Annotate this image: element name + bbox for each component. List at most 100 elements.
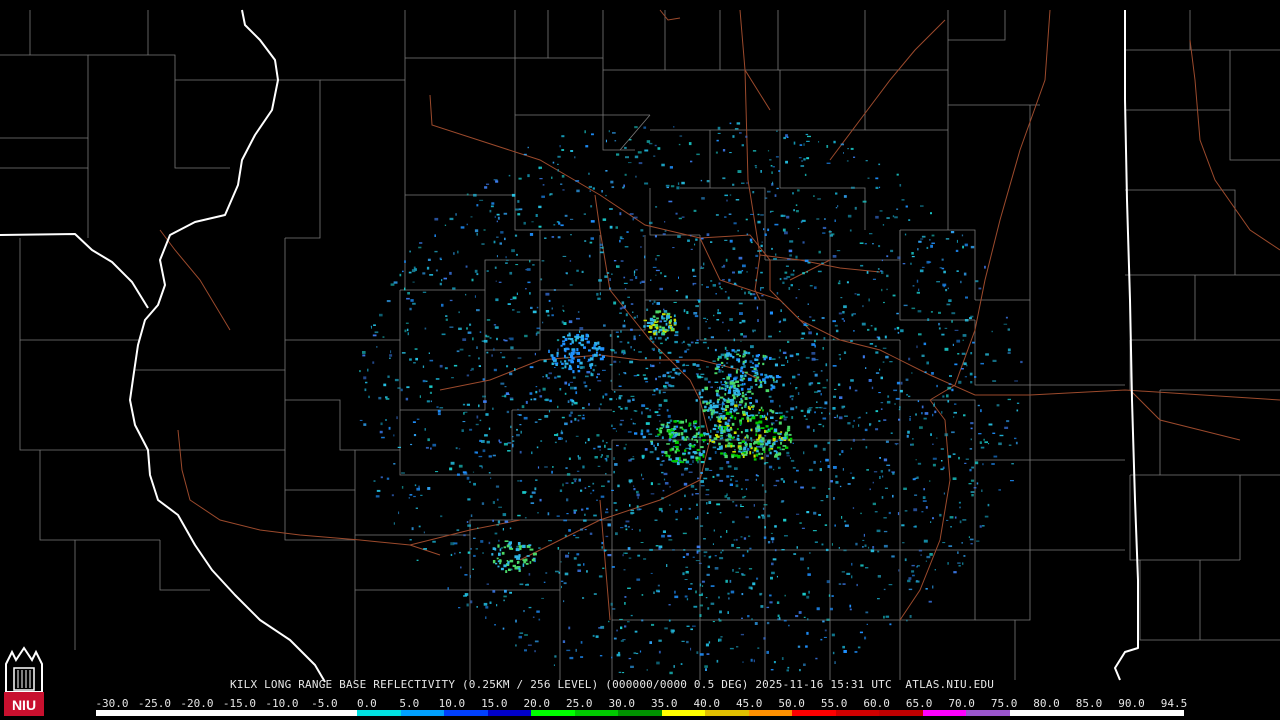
echo-pixel xyxy=(976,482,979,485)
echo-pixel xyxy=(634,423,636,425)
echo-pixel xyxy=(482,449,486,453)
echo-pixel xyxy=(383,383,387,387)
echo-pixel xyxy=(775,375,779,379)
echo-pixel xyxy=(694,451,697,455)
echo-pixel xyxy=(747,419,749,423)
echo-pixel xyxy=(742,451,746,454)
echo-pixel xyxy=(896,326,900,330)
echo-pixel xyxy=(488,472,491,474)
echo-pixel xyxy=(740,633,744,636)
echo-pixel xyxy=(933,404,935,407)
echo-pixel xyxy=(452,287,456,290)
echo-pixel xyxy=(688,142,692,146)
echo-pixel xyxy=(654,235,657,238)
echo-pixel xyxy=(707,443,709,445)
echo-pixel xyxy=(682,532,687,535)
echo-pixel xyxy=(745,218,748,221)
echo-pixel xyxy=(782,281,785,284)
echo-pixel xyxy=(652,302,654,305)
echo-pixel xyxy=(766,412,769,416)
echo-pixel xyxy=(466,521,469,523)
echo-pixel xyxy=(655,269,660,272)
echo-pixel xyxy=(522,544,526,548)
echo-pixel xyxy=(828,231,832,233)
echo-pixel xyxy=(616,265,620,268)
echo-pixel xyxy=(659,352,663,354)
echo-pixel xyxy=(598,279,602,282)
echo-pixel xyxy=(834,661,836,664)
echo-pixel xyxy=(948,545,953,547)
echo-pixel xyxy=(496,255,498,258)
echo-pixel xyxy=(538,225,542,228)
echo-pixel xyxy=(774,525,777,528)
echo-pixel xyxy=(628,557,632,559)
echo-pixel xyxy=(704,386,708,391)
echo-pixel xyxy=(462,403,466,406)
echo-pixel xyxy=(496,557,499,560)
echo-pixel xyxy=(743,365,746,368)
echo-pixel xyxy=(864,636,867,640)
echo-pixel xyxy=(692,625,696,627)
echo-pixel xyxy=(720,288,723,290)
echo-pixel xyxy=(527,644,532,646)
echo-pixel xyxy=(738,302,743,305)
echo-pixel xyxy=(669,371,672,373)
echo-pixel xyxy=(681,473,684,476)
echo-pixel xyxy=(865,160,868,162)
echo-pixel xyxy=(769,375,773,378)
echo-pixel xyxy=(612,608,616,610)
echo-pixel xyxy=(901,524,905,527)
echo-pixel xyxy=(1011,463,1014,465)
echo-pixel xyxy=(525,562,529,565)
echo-pixel xyxy=(753,367,756,370)
echo-pixel xyxy=(795,255,798,259)
echo-pixel xyxy=(479,331,482,333)
echo-pixel xyxy=(662,374,664,378)
echo-pixel xyxy=(797,373,800,376)
echo-pixel xyxy=(653,389,656,392)
colorbar-segment xyxy=(966,710,1010,716)
echo-pixel xyxy=(498,281,502,283)
echo-pixel xyxy=(656,414,661,416)
echo-pixel xyxy=(808,407,813,409)
echo-pixel xyxy=(573,478,577,480)
echo-pixel xyxy=(731,380,735,382)
echo-pixel xyxy=(523,416,528,420)
echo-pixel xyxy=(597,445,601,448)
echo-pixel xyxy=(850,447,852,450)
echo-pixel xyxy=(447,587,449,590)
echo-pixel xyxy=(833,395,836,398)
echo-pixel xyxy=(547,314,550,317)
echo-pixel xyxy=(667,430,672,433)
echo-pixel xyxy=(767,541,771,544)
echo-pixel xyxy=(842,311,845,314)
echo-pixel xyxy=(841,405,844,409)
echo-pixel xyxy=(450,553,453,556)
echo-pixel xyxy=(846,160,849,162)
echo-pixel xyxy=(603,549,607,551)
echo-pixel xyxy=(469,481,471,483)
echo-pixel xyxy=(745,479,749,481)
echo-pixel xyxy=(717,309,719,312)
echo-pixel xyxy=(752,404,755,408)
echo-pixel xyxy=(712,543,714,545)
echo-pixel xyxy=(718,369,721,371)
echo-pixel xyxy=(624,288,627,290)
echo-pixel xyxy=(649,221,653,225)
echo-pixel xyxy=(505,256,507,259)
echo-pixel xyxy=(668,619,671,622)
echo-pixel xyxy=(534,487,537,491)
echo-pixel xyxy=(715,293,717,295)
echo-pixel xyxy=(609,398,613,401)
echo-pixel xyxy=(570,355,574,359)
echo-pixel xyxy=(676,449,680,452)
echo-pixel xyxy=(633,375,638,377)
echo-pixel xyxy=(777,614,780,618)
echo-pixel xyxy=(801,527,805,529)
echo-pixel xyxy=(709,439,712,442)
echo-pixel xyxy=(852,507,855,509)
echo-pixel xyxy=(770,669,774,671)
echo-pixel xyxy=(903,487,907,490)
echo-pixel xyxy=(707,607,710,610)
echo-pixel xyxy=(769,356,772,360)
